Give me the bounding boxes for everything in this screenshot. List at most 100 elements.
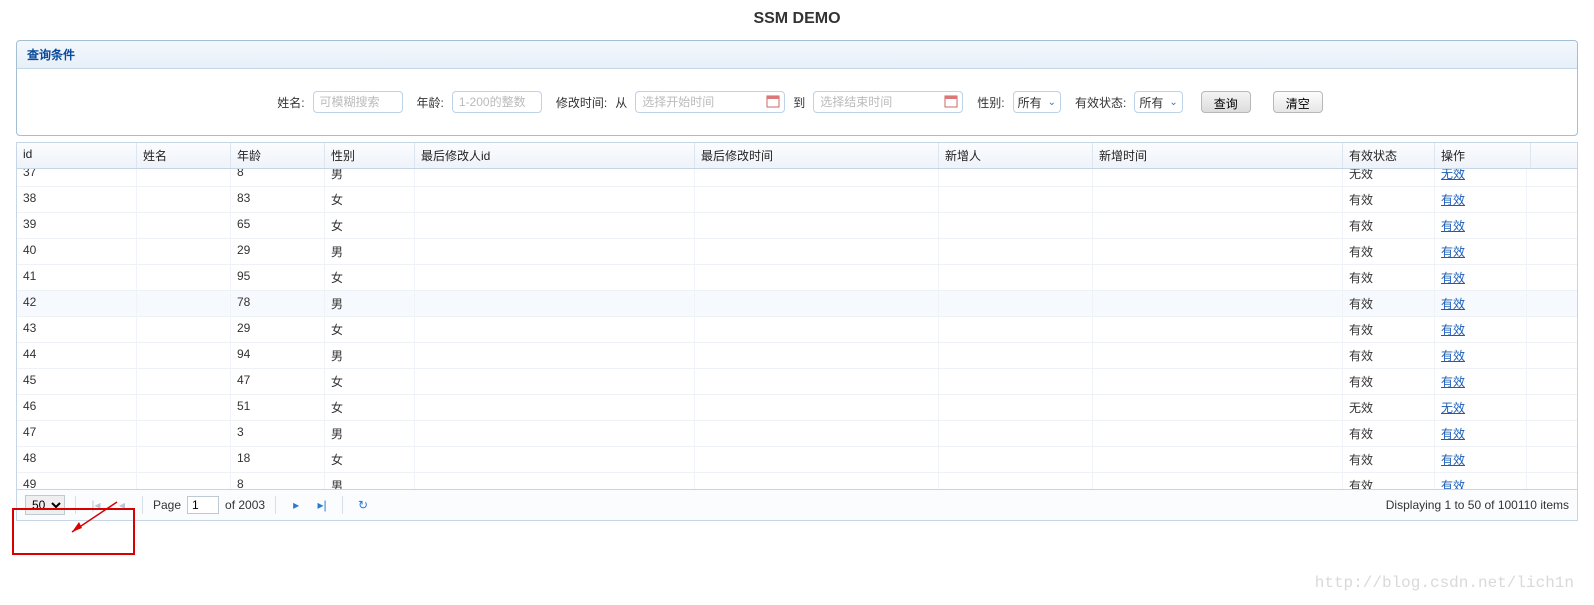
panel-body: 姓名: 年龄: 修改时间: 从 到 性别: 所有⌄ 有效状态: 所有⌄ 查询 清…: [17, 69, 1577, 135]
page-input[interactable]: [187, 496, 219, 514]
cell-status: 有效: [1343, 239, 1435, 264]
table-row[interactable]: 4029男有效有效: [17, 239, 1577, 265]
action-link[interactable]: 有效: [1441, 297, 1465, 311]
action-link[interactable]: 有效: [1441, 245, 1465, 259]
cell-gender: 女: [325, 213, 415, 238]
start-time-input[interactable]: [635, 91, 785, 113]
col-gender[interactable]: 性别: [325, 143, 415, 168]
last-page-button[interactable]: ▸|: [312, 495, 332, 515]
cell-id: 39: [17, 213, 137, 238]
calendar-icon[interactable]: [766, 94, 780, 108]
action-link[interactable]: 有效: [1441, 219, 1465, 233]
cell-action: 有效: [1435, 291, 1527, 316]
col-creator[interactable]: 新增人: [939, 143, 1093, 168]
cell-age: 47: [231, 369, 325, 394]
cell-creator: [939, 187, 1093, 212]
cell-modify-time: [695, 343, 939, 368]
cell-id: 48: [17, 447, 137, 472]
from-label: 从: [615, 94, 627, 111]
table-row[interactable]: 4195女有效有效: [17, 265, 1577, 291]
cell-modify-time: [695, 317, 939, 342]
cell-gender: 女: [325, 369, 415, 394]
table-row[interactable]: 473男有效有效: [17, 421, 1577, 447]
gender-select[interactable]: 所有⌄: [1013, 91, 1061, 113]
grid-body[interactable]: 378男无效无效3883女有效有效3965女有效有效4029男有效有效4195女…: [17, 169, 1577, 489]
col-modify-time[interactable]: 最后修改时间: [695, 143, 939, 168]
cell-id: 45: [17, 369, 137, 394]
table-row[interactable]: 4547女有效有效: [17, 369, 1577, 395]
action-link[interactable]: 有效: [1441, 349, 1465, 363]
table-row[interactable]: 4494男有效有效: [17, 343, 1577, 369]
cell-name: [137, 213, 231, 238]
end-time-input[interactable]: [813, 91, 963, 113]
cell-create-time: [1093, 187, 1343, 212]
table-row[interactable]: 3883女有效有效: [17, 187, 1577, 213]
cell-modifier: [415, 343, 695, 368]
pager: 50 |◂ ◂ Page of 2003 ▸ ▸| ↻ Displaying 1…: [17, 489, 1577, 520]
name-input[interactable]: [313, 91, 403, 113]
table-row[interactable]: 3965女有效有效: [17, 213, 1577, 239]
cell-create-time: [1093, 213, 1343, 238]
cell-create-time: [1093, 317, 1343, 342]
cell-action: 有效: [1435, 473, 1527, 489]
prev-page-button[interactable]: ◂: [112, 495, 132, 515]
separator: [75, 496, 76, 514]
col-age[interactable]: 年龄: [231, 143, 325, 168]
action-link[interactable]: 有效: [1441, 453, 1465, 467]
cell-action: 有效: [1435, 369, 1527, 394]
cell-create-time: [1093, 239, 1343, 264]
cell-status: 有效: [1343, 421, 1435, 446]
calendar-icon[interactable]: [944, 94, 958, 108]
watermark: http://blog.csdn.net/lich1n: [1315, 574, 1574, 592]
cell-modifier: [415, 213, 695, 238]
table-row[interactable]: 4329女有效有效: [17, 317, 1577, 343]
cell-name: [137, 421, 231, 446]
status-label: 有效状态:: [1075, 94, 1126, 111]
cell-create-time: [1093, 265, 1343, 290]
separator: [275, 496, 276, 514]
search-button[interactable]: 查询: [1201, 91, 1251, 113]
action-link[interactable]: 有效: [1441, 427, 1465, 441]
table-row[interactable]: 498男有效有效: [17, 473, 1577, 489]
cell-name: [137, 369, 231, 394]
clear-button[interactable]: 清空: [1273, 91, 1323, 113]
action-link[interactable]: 有效: [1441, 323, 1465, 337]
col-create-time[interactable]: 新增时间: [1093, 143, 1343, 168]
table-row[interactable]: 4651女无效无效: [17, 395, 1577, 421]
cell-create-time: [1093, 169, 1343, 186]
cell-modify-time: [695, 265, 939, 290]
cell-creator: [939, 343, 1093, 368]
table-row[interactable]: 4818女有效有效: [17, 447, 1577, 473]
page-title: SSM DEMO: [0, 0, 1594, 40]
action-link[interactable]: 有效: [1441, 479, 1465, 489]
cell-modify-time: [695, 369, 939, 394]
cell-age: 78: [231, 291, 325, 316]
action-link[interactable]: 有效: [1441, 271, 1465, 285]
cell-status: 无效: [1343, 169, 1435, 186]
cell-age: 29: [231, 317, 325, 342]
cell-id: 40: [17, 239, 137, 264]
first-page-button[interactable]: |◂: [86, 495, 106, 515]
action-link[interactable]: 有效: [1441, 375, 1465, 389]
page-size-select[interactable]: 50: [25, 495, 65, 515]
status-select[interactable]: 所有⌄: [1134, 91, 1182, 113]
table-row[interactable]: 4278男有效有效: [17, 291, 1577, 317]
cell-modifier: [415, 447, 695, 472]
col-status[interactable]: 有效状态: [1343, 143, 1435, 168]
age-input[interactable]: [452, 91, 542, 113]
cell-creator: [939, 265, 1093, 290]
next-page-button[interactable]: ▸: [286, 495, 306, 515]
col-name[interactable]: 姓名: [137, 143, 231, 168]
action-link[interactable]: 有效: [1441, 193, 1465, 207]
table-row[interactable]: 378男无效无效: [17, 169, 1577, 187]
cell-creator: [939, 421, 1093, 446]
cell-age: 18: [231, 447, 325, 472]
action-link[interactable]: 无效: [1441, 401, 1465, 415]
col-action[interactable]: 操作: [1435, 143, 1531, 168]
action-link[interactable]: 无效: [1441, 169, 1465, 181]
refresh-button[interactable]: ↻: [353, 495, 373, 515]
col-id[interactable]: id: [17, 143, 137, 168]
cell-status: 有效: [1343, 265, 1435, 290]
col-modifier-id[interactable]: 最后修改人id: [415, 143, 695, 168]
grid-header: id 姓名 年龄 性别 最后修改人id 最后修改时间 新增人 新增时间 有效状态…: [17, 143, 1577, 169]
